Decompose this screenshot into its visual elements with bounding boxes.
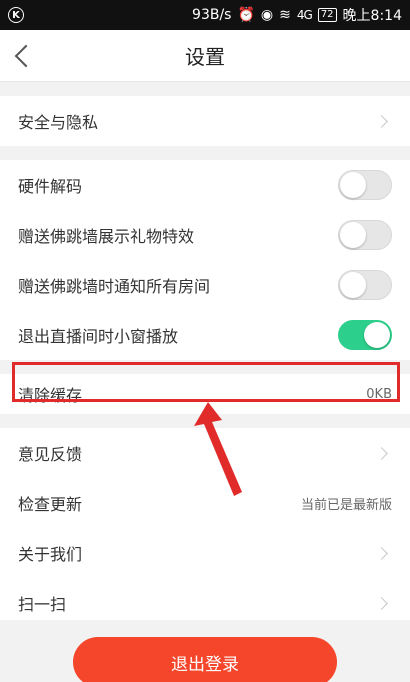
row-label: 硬件解码 xyxy=(18,177,83,196)
group-misc: 意见反馈 检查更新 当前已是最新版 关于我们 扫一扫 xyxy=(0,428,410,628)
row-label: 赠送佛跳墙展示礼物特效 xyxy=(18,227,195,246)
logout-button[interactable]: 退出登录 xyxy=(73,637,337,682)
nav-header: 设置 xyxy=(0,30,410,82)
chevron-right-icon xyxy=(375,446,388,460)
feedback-item[interactable]: 意见反馈 xyxy=(0,428,410,478)
alarm-icon: ⏰ xyxy=(237,7,255,23)
security-privacy-item[interactable]: 安全与隐私 xyxy=(0,96,410,146)
clock: 晚上8:14 xyxy=(342,8,402,24)
row-label: 安全与隐私 xyxy=(18,113,99,132)
wifi-icon: ≋ xyxy=(279,7,291,23)
back-icon[interactable] xyxy=(14,44,38,67)
notify-rooms-item: 赠送佛跳墙时通知所有房间 xyxy=(0,260,410,310)
row-label: 关于我们 xyxy=(18,545,83,564)
signal-icon: 4G xyxy=(296,8,313,22)
group-toggles: 硬件解码 赠送佛跳墙展示礼物特效 赠送佛跳墙时通知所有房间 退出直播间时小窗播放 xyxy=(0,160,410,360)
eye-icon: ◉ xyxy=(260,7,274,23)
clear-cache-item[interactable]: 清除缓存 0KB xyxy=(0,374,410,414)
mini-window-toggle[interactable] xyxy=(338,320,392,350)
group-security: 安全与隐私 xyxy=(0,96,410,146)
about-us-item[interactable]: 关于我们 xyxy=(0,528,410,578)
row-label: 检查更新 xyxy=(18,495,83,514)
row-label: 扫一扫 xyxy=(18,595,67,614)
chevron-right-icon xyxy=(375,596,388,610)
mini-window-item: 退出直播间时小窗播放 xyxy=(0,310,410,360)
gift-effect-item: 赠送佛跳墙展示礼物特效 xyxy=(0,210,410,260)
group-cache: 清除缓存 0KB xyxy=(0,374,410,414)
row-label: 清除缓存 xyxy=(18,386,83,405)
row-label: 意见反馈 xyxy=(18,445,83,464)
update-status: 当前已是最新版 xyxy=(300,497,392,513)
row-label: 赠送佛跳墙时通知所有房间 xyxy=(18,277,211,296)
row-label: 退出直播间时小窗播放 xyxy=(18,327,179,346)
battery-icon: 72 xyxy=(317,8,337,22)
app-notification-icon: K xyxy=(8,7,24,23)
notify-rooms-toggle[interactable] xyxy=(338,270,392,300)
hardware-decode-item: 硬件解码 xyxy=(0,160,410,210)
hardware-decode-toggle[interactable] xyxy=(338,170,392,200)
chevron-right-icon xyxy=(375,114,388,128)
gift-effect-toggle[interactable] xyxy=(338,220,392,250)
check-update-item[interactable]: 检查更新 当前已是最新版 xyxy=(0,478,410,528)
status-right: 93B/s ⏰ ◉ ≋ 4G 72 晚上8:14 xyxy=(192,5,402,25)
chevron-right-icon xyxy=(375,546,388,560)
page-title: 设置 xyxy=(185,45,225,69)
logout-area: 退出登录 xyxy=(0,620,410,682)
status-bar: K 93B/s ⏰ ◉ ≋ 4G 72 晚上8:14 xyxy=(0,0,410,30)
network-speed: 93B/s xyxy=(192,7,232,23)
cache-size: 0KB xyxy=(366,386,392,402)
